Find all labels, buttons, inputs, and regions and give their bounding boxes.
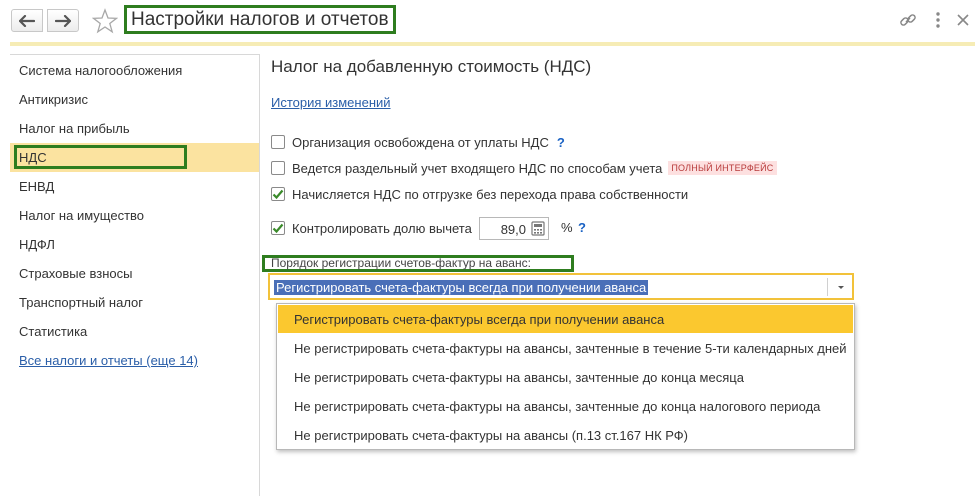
shipment-vat-checkbox[interactable] — [271, 187, 285, 201]
deduction-share-input[interactable]: 89,0 — [479, 217, 549, 240]
deduction-share-label: Контролировать долю вычета — [292, 220, 472, 236]
vat-highlight — [14, 145, 187, 169]
dropdown-option[interactable]: Не регистрировать счета-фактуры на аванс… — [278, 363, 853, 391]
sidebar-item-label: Страховые взносы — [19, 266, 133, 281]
select-divider — [827, 278, 828, 296]
arrow-left-icon — [19, 14, 35, 27]
sidebar-item-insurance[interactable]: Страховые взносы — [10, 259, 259, 288]
calculator-icon[interactable] — [530, 221, 546, 236]
invoice-order-dropdown: Регистрировать счета-фактуры всегда при … — [276, 303, 855, 450]
invoice-order-select[interactable]: Регистрировать счета-фактуры всегда при … — [268, 273, 854, 300]
exempt-checkbox-row[interactable]: Организация освобождена от уплаты НДС ? — [271, 132, 565, 152]
exempt-checkbox[interactable] — [271, 135, 285, 149]
sidebar-item-anticrisis[interactable]: Антикризис — [10, 85, 259, 114]
section-heading: Налог на добавленную стоимость (НДС) — [271, 57, 592, 76]
link-icon[interactable] — [898, 10, 918, 30]
invoice-order-selected-value: Регистрировать счета-фактуры всегда при … — [274, 280, 649, 295]
window-header: Настройки налогов и отчетов — [0, 0, 977, 46]
percent-unit: % — [561, 220, 573, 235]
help-icon[interactable]: ? — [578, 220, 586, 235]
sidebar-item-all-taxes[interactable]: Все налоги и отчеты (еще 14) — [10, 346, 259, 375]
sidebar-item-label: ЕНВД — [19, 179, 55, 194]
back-button[interactable] — [11, 9, 43, 32]
more-vertical-icon[interactable] — [928, 10, 948, 30]
dropdown-option[interactable]: Регистрировать счета-фактуры всегда при … — [278, 305, 853, 333]
sidebar: Система налогообложения Антикризис Налог… — [10, 54, 260, 496]
dropdown-option[interactable]: Не регистрировать счета-фактуры на аванс… — [278, 334, 853, 362]
sidebar-item-ndfl[interactable]: НДФЛ — [10, 230, 259, 259]
deduction-share-row[interactable]: Контролировать долю вычета — [271, 218, 472, 238]
sidebar-item-profit-tax[interactable]: Налог на прибыль — [10, 114, 259, 143]
dropdown-option[interactable]: Не регистрировать счета-фактуры на аванс… — [278, 392, 853, 420]
deduction-share-checkbox[interactable] — [271, 221, 285, 235]
full-interface-badge: ПОЛНЫЙ ИНТЕРФЕЙС — [668, 161, 777, 175]
sidebar-item-label: Антикризис — [19, 92, 88, 107]
shipment-vat-row[interactable]: Начисляется НДС по отгрузке без перехода… — [271, 184, 688, 204]
deduction-share-value: 89,0 — [500, 222, 526, 237]
sidebar-item-label: Транспортный налог — [19, 295, 144, 310]
dropdown-option[interactable]: Не регистрировать счета-фактуры на аванс… — [278, 421, 853, 449]
page-title: Настройки налогов и отчетов — [131, 8, 389, 30]
shipment-vat-label: Начисляется НДС по отгрузке без перехода… — [292, 186, 689, 202]
close-icon[interactable] — [953, 10, 973, 30]
sidebar-item-label: НДФЛ — [19, 237, 55, 252]
sidebar-item-label: Система налогообложения — [19, 63, 183, 78]
sidebar-item-label: Налог на имущество — [19, 208, 145, 223]
exempt-label: Организация освобождена от уплаты НДС — [292, 134, 549, 150]
chevron-down-icon[interactable] — [836, 282, 846, 292]
sidebar-item-label: Налог на прибыль — [19, 121, 130, 136]
sidebar-item-tax-system[interactable]: Система налогообложения — [10, 56, 259, 85]
help-icon[interactable]: ? — [557, 135, 565, 150]
forward-button[interactable] — [47, 9, 79, 32]
sidebar-item-statistics[interactable]: Статистика — [10, 317, 259, 346]
separate-accounting-row[interactable]: Ведется раздельный учет входящего НДС по… — [271, 158, 777, 178]
checkmark-icon — [272, 223, 284, 234]
sidebar-item-property-tax[interactable]: Налог на имущество — [10, 201, 259, 230]
history-link[interactable]: История изменений — [271, 95, 391, 110]
separate-accounting-label: Ведется раздельный учет входящего НДС по… — [292, 160, 663, 176]
sidebar-item-envd[interactable]: ЕНВД — [10, 172, 259, 201]
page-title-highlight: Настройки налогов и отчетов — [124, 5, 396, 34]
separate-accounting-checkbox[interactable] — [271, 161, 285, 175]
checkmark-icon — [272, 189, 284, 200]
arrow-right-icon — [55, 14, 71, 27]
all-taxes-link[interactable]: Все налоги и отчеты (еще 14) — [19, 353, 198, 368]
sidebar-item-transport-tax[interactable]: Транспортный налог — [10, 288, 259, 317]
star-icon[interactable] — [92, 8, 118, 34]
header-divider — [10, 42, 975, 46]
invoice-order-label: Порядок регистрации счетов-фактур на ава… — [271, 256, 531, 270]
sidebar-item-label: Статистика — [19, 324, 88, 339]
